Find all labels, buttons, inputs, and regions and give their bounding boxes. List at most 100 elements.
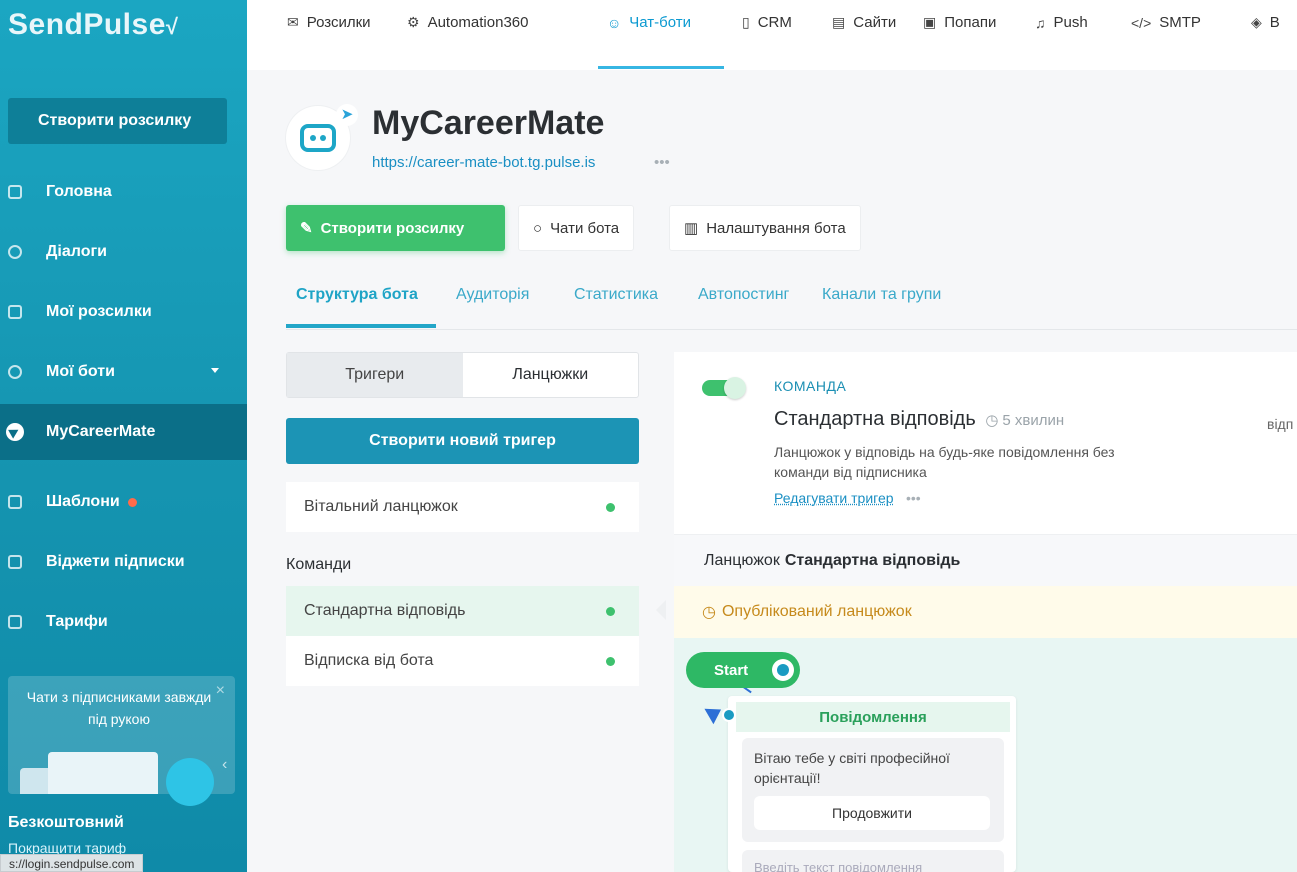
bot-avatar: ➤ xyxy=(286,104,358,170)
status-url: s://login.sendpulse.com xyxy=(0,854,144,872)
bot-chats-button[interactable]: ○ Чати бота xyxy=(518,205,635,251)
start-node[interactable]: Start xyxy=(686,652,800,688)
message-node[interactable]: Повідомлення Вітаю тебе у світі професій… xyxy=(704,696,1016,872)
input-port[interactable] xyxy=(722,708,736,722)
popup-icon: ▣ xyxy=(923,14,937,30)
sidebar-item-campaigns[interactable]: Мої розсилки xyxy=(0,284,247,340)
sidebar-item-my-bots[interactable]: Мої боти xyxy=(0,344,247,400)
message-input[interactable]: Введіть текст повідомлення xyxy=(742,850,1004,872)
commands-list: Стандартна відповідь Відписка від бота xyxy=(286,586,639,686)
seg-triggers[interactable]: Тригери xyxy=(287,353,463,397)
chat-icon xyxy=(8,245,22,259)
settings-icon: ▥ xyxy=(684,220,699,237)
mail-icon: ✉ xyxy=(287,14,299,30)
sendpulse-logo[interactable]: SendPulse√ xyxy=(8,8,178,42)
trigger-details: КОМАНДА Стандартна відповідь ◷ 5 хвилин в… xyxy=(674,352,1297,872)
command-description: Ланцюжок у відповідь на будь-яке повідом… xyxy=(774,444,1115,480)
bot-settings-button[interactable]: ▥ Налаштування бота xyxy=(669,205,861,251)
tab-autoposting[interactable]: Автопостинг xyxy=(698,286,789,304)
sidebar: SendPulse√ Створити розсилку Головна Діа… xyxy=(0,0,247,872)
selection-pointer xyxy=(656,600,666,620)
promo-illustration-circle xyxy=(166,758,214,806)
delay-time: 5 хвилин xyxy=(1002,412,1065,429)
sidebar-item-templates[interactable]: Шаблони xyxy=(0,474,247,530)
create-campaign-button[interactable]: Створити розсилку xyxy=(8,98,227,144)
chatbot-icon: ☺ xyxy=(607,14,622,31)
template-icon xyxy=(8,495,22,509)
create-broadcast-button[interactable]: ✎ Створити розсилку xyxy=(286,205,505,251)
chevron-down-icon xyxy=(211,368,219,373)
welcome-chain-card: Вітальний ланцюжок xyxy=(286,482,639,532)
topnav-more[interactable]: ◈ В xyxy=(1251,14,1280,31)
create-trigger-button[interactable]: Створити новий тригер xyxy=(286,418,639,464)
command-label: КОМАНДА xyxy=(774,378,847,394)
commands-label: Команди xyxy=(286,556,352,573)
edit-icon: ✎ xyxy=(300,220,313,237)
list-item-standard-reply[interactable]: Стандартна відповідь xyxy=(286,586,639,636)
topnav-emails[interactable]: ✉ Розсилки xyxy=(287,14,371,31)
edit-trigger-link[interactable]: Редагувати тригер xyxy=(774,490,894,506)
bot-name: MyCareerMate xyxy=(372,104,605,142)
published-status: ◷ Опублікований ланцюжок xyxy=(674,586,1297,638)
chat-icon: ○ xyxy=(533,219,543,237)
bot-tabs: Структура бота Аудиторія Статистика Авто… xyxy=(286,286,1297,330)
code-icon: </> xyxy=(1131,14,1152,31)
output-port[interactable] xyxy=(772,659,794,681)
command-side-text: відп xyxy=(1267,416,1294,432)
widget-icon xyxy=(8,555,22,569)
bot-icon xyxy=(8,365,22,379)
bell-icon: ♫ xyxy=(1035,14,1046,31)
active-tab-indicator xyxy=(286,324,436,328)
message-bubble: Вітаю тебе у світі професійної орієнтаці… xyxy=(742,738,1004,842)
more-options-icon[interactable]: ••• xyxy=(906,490,921,506)
sidebar-item-pricing[interactable]: Тарифи xyxy=(0,594,247,650)
close-icon[interactable]: × xyxy=(216,682,225,700)
tab-audience[interactable]: Аудиторія xyxy=(456,286,529,304)
topnav-push[interactable]: ♫ Push xyxy=(1035,14,1088,31)
topnav-sites[interactable]: ▤ Сайти xyxy=(832,14,896,31)
active-tab-indicator xyxy=(598,66,724,69)
promo-banner[interactable]: Чати з підписниками завжди під рукою × xyxy=(8,676,235,806)
robot-icon xyxy=(300,124,336,152)
automation-icon: ⚙ xyxy=(407,14,420,30)
bot-url-link[interactable]: https://career-mate-bot.tg.pulse.is xyxy=(372,154,595,171)
telegram-badge-icon: ➤ xyxy=(336,104,358,126)
continue-button[interactable]: Продовжити xyxy=(754,796,990,830)
notification-dot xyxy=(127,497,137,507)
message-text: Вітаю тебе у світі професійної орієнтаці… xyxy=(754,750,950,786)
list-item-welcome[interactable]: Вітальний ланцюжок xyxy=(286,482,639,532)
sidebar-item-home[interactable]: Головна xyxy=(0,164,247,220)
mail-icon xyxy=(8,305,22,319)
promo-illustration-device xyxy=(48,752,158,794)
tab-statistics[interactable]: Статистика xyxy=(574,286,658,304)
home-icon xyxy=(8,185,22,199)
chain-name: Стандартна відповідь xyxy=(784,551,961,569)
tab-channels[interactable]: Канали та групи xyxy=(822,286,941,304)
collapse-sidebar-icon[interactable]: ‹ xyxy=(222,756,227,774)
chain-title-bar: Ланцюжок Стандартна відповідь xyxy=(674,534,1297,586)
card-icon xyxy=(8,615,22,629)
site-icon: ▤ xyxy=(832,14,846,30)
tab-structure[interactable]: Структура бота xyxy=(296,286,418,304)
list-item-unsubscribe[interactable]: Відписка від бота xyxy=(286,636,639,686)
topnav-automation[interactable]: ⚙ Automation360 xyxy=(407,14,528,31)
seg-chains[interactable]: Ланцюжки xyxy=(463,353,639,397)
active-status-dot xyxy=(606,656,615,666)
sidebar-item-dialogs[interactable]: Діалоги xyxy=(0,224,247,280)
flow-canvas[interactable]: Start Повідомлення Вітаю тебе у світі пр… xyxy=(674,626,1297,872)
topnav-chatbots[interactable]: ☺ Чат-боти xyxy=(607,14,691,31)
graduation-icon: ◈ xyxy=(1251,14,1262,30)
topnav-popups[interactable]: ▣ Попапи xyxy=(923,14,996,31)
topnav-smtp[interactable]: </> SMTP xyxy=(1131,14,1201,31)
message-node-header: Повідомлення xyxy=(736,702,1010,732)
sidebar-item-mycareermate[interactable]: MyCareerMate xyxy=(0,404,247,460)
promo-text: Чати з підписниками завжди під рукою xyxy=(26,689,212,727)
active-status-dot xyxy=(606,502,615,512)
more-options-icon[interactable]: ••• xyxy=(654,154,670,171)
sidebar-item-widgets[interactable]: Віджети підписки xyxy=(0,534,247,590)
topnav-crm[interactable]: ▯ CRM xyxy=(742,14,792,31)
trigger-chain-switch: Тригери Ланцюжки xyxy=(286,352,639,398)
trigger-toggle[interactable] xyxy=(702,377,746,399)
plan-name: Безкоштовний xyxy=(8,814,124,831)
clock-icon: ◷ xyxy=(702,604,716,621)
